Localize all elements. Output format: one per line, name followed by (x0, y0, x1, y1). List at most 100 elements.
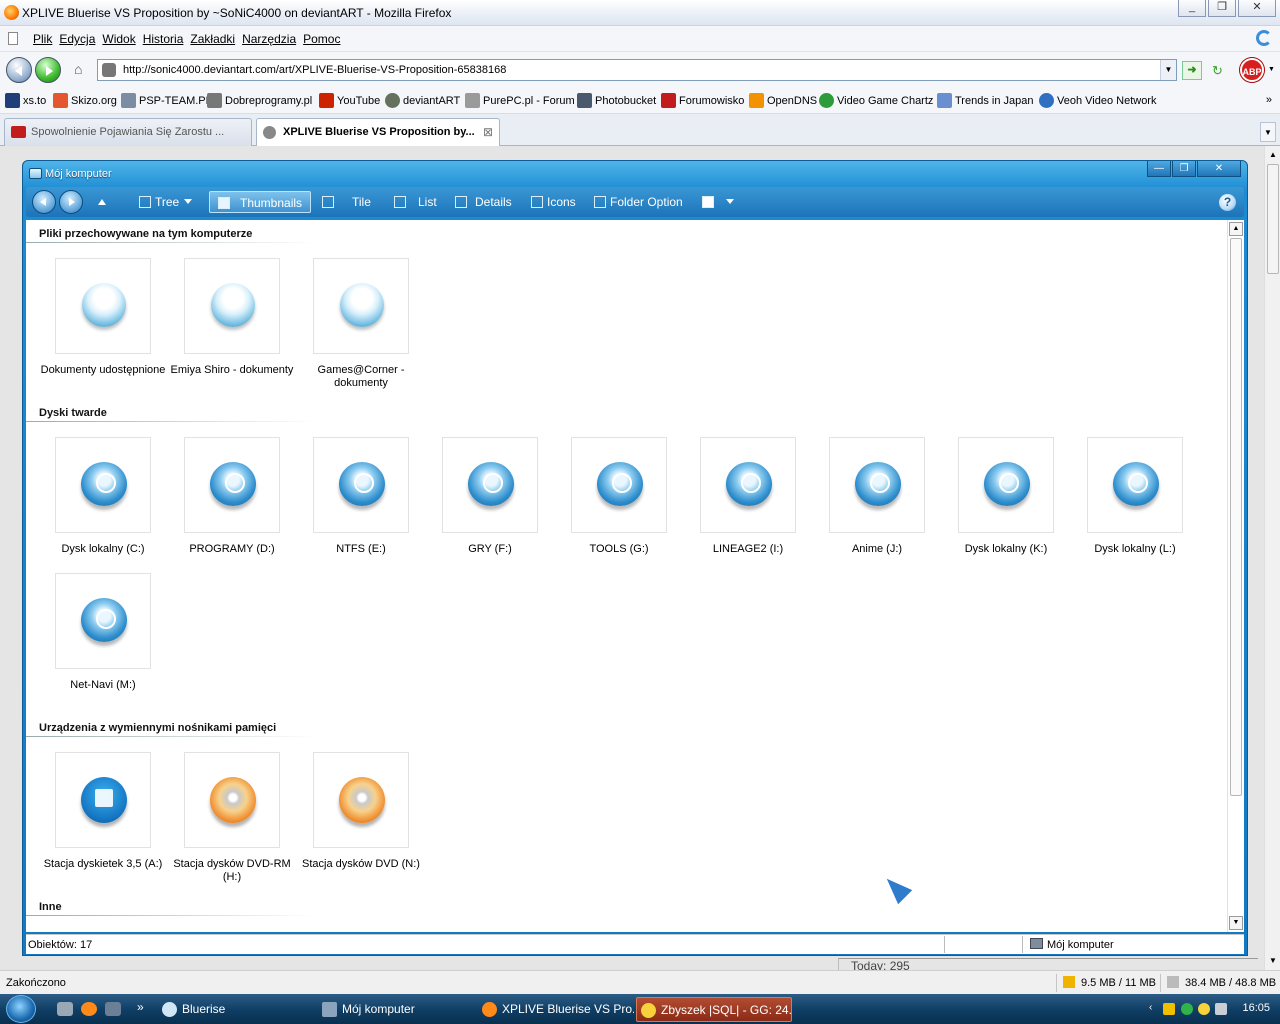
scrollbar-thumb[interactable] (1267, 164, 1279, 274)
drive-item[interactable]: Stacja dyskietek 3,5 (A:) (38, 752, 168, 871)
gadu-gadu-icon (641, 1003, 656, 1018)
explorer-back-button[interactable] (32, 190, 56, 214)
menu-widok[interactable]: Widok (102, 32, 135, 46)
bookmark-deviantart[interactable]: deviantART (385, 93, 460, 108)
minimize-button[interactable]: _ (1178, 0, 1206, 17)
drive-item[interactable]: LINEAGE2 (I:) (683, 437, 813, 556)
menu-zakladki[interactable]: Zakładki (190, 32, 235, 46)
adblock-plus-button[interactable]: ABP (1240, 58, 1264, 82)
folder-item[interactable]: Emiya Shiro - dokumenty (167, 258, 297, 377)
menu-edycja[interactable]: Edycja (59, 32, 95, 46)
bookmark-youtube[interactable]: YouTube (319, 93, 380, 108)
view-menu-button[interactable] (702, 191, 734, 213)
close-button[interactable]: ✕ (1238, 0, 1276, 17)
explorer-scrollbar[interactable]: ▲ ▼ (1227, 220, 1244, 932)
bookmark-purepc[interactable]: PurePC.pl - Forum (465, 93, 575, 108)
bookmarks-overflow-button[interactable]: » (1266, 94, 1272, 106)
bookmark-dobreprogramy[interactable]: Dobreprogramy.pl (207, 93, 312, 108)
bookmark-veoh[interactable]: Veoh Video Network (1039, 93, 1156, 108)
page-scrollbar[interactable]: ▲ ▼ (1264, 146, 1280, 970)
tree-button[interactable]: Tree (139, 191, 193, 213)
tab-close-icon[interactable]: ⊠ (483, 125, 493, 139)
skizo-icon (53, 93, 68, 108)
forward-button[interactable] (35, 57, 61, 83)
url-text[interactable]: http://sonic4000.deviantart.com/art/XPLI… (123, 64, 506, 76)
icons-button[interactable]: Icons (531, 191, 576, 213)
computer-icon (1030, 938, 1043, 949)
show-desktop-icon[interactable] (57, 1002, 73, 1016)
drive-item[interactable]: Stacja dysków DVD-RM (H:) (167, 752, 297, 884)
explorer-minimize-button[interactable]: — (1147, 161, 1171, 177)
bookmark-psp-team[interactable]: PSP-TEAM.PL (121, 93, 212, 108)
tray-network-icon[interactable] (1181, 1003, 1193, 1015)
scrollbar-thumb[interactable] (1230, 238, 1242, 796)
maximize-button[interactable]: ❐ (1208, 0, 1236, 17)
drive-item[interactable]: Stacja dysków DVD (N:) (296, 752, 426, 871)
folder-option-button[interactable]: Folder Option (594, 191, 683, 213)
folder-orb-icon (82, 283, 126, 327)
computer-icon[interactable] (105, 1002, 121, 1016)
tray-pencil-icon[interactable] (1163, 1003, 1175, 1015)
drive-item[interactable]: Dysk lokalny (K:) (941, 437, 1071, 556)
tab-list-button[interactable]: ▼ (1260, 122, 1276, 142)
start-button[interactable] (6, 995, 36, 1023)
menu-historia[interactable]: Historia (143, 32, 184, 46)
back-button[interactable] (6, 57, 32, 83)
browser-title-bar: XPLIVE Bluerise VS Proposition by ~SoNiC… (0, 0, 1280, 26)
clock[interactable]: 16:05 (1242, 1002, 1270, 1014)
scroll-down-icon[interactable]: ▼ (1266, 954, 1280, 968)
tile-button[interactable]: Tile (322, 191, 371, 213)
folder-item[interactable]: Dokumenty udostępnione (38, 258, 168, 377)
drive-item[interactable]: TOOLS (G:) (554, 437, 684, 556)
throbber-icon (1256, 30, 1272, 46)
drive-item[interactable]: NTFS (E:) (296, 437, 426, 556)
bookmark-photobucket[interactable]: Photobucket (577, 93, 656, 108)
drive-item[interactable]: Dysk lokalny (C:) (38, 437, 168, 556)
menu-plik[interactable]: Plik (33, 32, 52, 46)
bookmark-xs-to[interactable]: xs.to (5, 93, 46, 108)
task-moj-komputer[interactable]: Mój komputer (318, 997, 474, 1022)
adblock-dropdown-icon[interactable]: ▼ (1268, 66, 1275, 73)
bookmark-vgchartz[interactable]: Video Game Chartz (819, 93, 933, 108)
list-button[interactable]: List (394, 191, 437, 213)
scroll-up-icon[interactable]: ▲ (1266, 148, 1280, 162)
url-dropdown-button[interactable]: ▼ (1160, 60, 1176, 80)
status-text: Zakończono (6, 977, 66, 989)
address-bar[interactable]: http://sonic4000.deviantart.com/art/XPLI… (97, 59, 1177, 81)
tray-expand-icon[interactable]: ‹ (1149, 1002, 1161, 1014)
scroll-up-icon[interactable]: ▲ (1229, 222, 1243, 236)
bookmark-trends-in-japan[interactable]: Trends in Japan (937, 93, 1033, 108)
explorer-forward-button[interactable] (59, 190, 83, 214)
explorer-close-button[interactable]: ✕ (1197, 161, 1241, 177)
bookmark-opendns[interactable]: OpenDNS (749, 93, 817, 108)
menu-pomoc[interactable]: Pomoc (303, 32, 340, 46)
task-gadu-gadu[interactable]: Zbyszek |SQL| - GG: 24... (636, 997, 792, 1022)
help-icon[interactable]: ? (1219, 194, 1236, 211)
scroll-down-icon[interactable]: ▼ (1229, 916, 1243, 930)
up-arrow-icon[interactable] (98, 195, 106, 205)
thumbnails-button[interactable]: Thumbnails (209, 191, 312, 213)
tray-volume-icon[interactable] (1215, 1003, 1227, 1015)
go-button[interactable]: ➜ (1182, 61, 1202, 80)
drive-item[interactable]: Dysk lokalny (L:) (1070, 437, 1200, 556)
drive-item[interactable]: Net-Navi (M:) (38, 573, 168, 692)
tray-gadu-gadu-icon[interactable] (1198, 1003, 1210, 1015)
folder-item[interactable]: Games@Corner - dokumenty (296, 258, 426, 390)
drive-item[interactable]: GRY (F:) (425, 437, 555, 556)
details-button[interactable]: Details (455, 191, 512, 213)
menu-narzedzia[interactable]: Narzędzia (242, 32, 296, 46)
drive-item[interactable]: Anime (J:) (812, 437, 942, 556)
task-firefox[interactable]: XPLIVE Bluerise VS Pro... (478, 997, 634, 1022)
extension-icon[interactable]: ↻ (1212, 63, 1228, 79)
firefox-icon[interactable] (81, 1002, 97, 1016)
bookmark-forumowisko[interactable]: Forumowisko (661, 93, 744, 108)
tab-spowolnienie[interactable]: Spowolnienie Pojawiania Się Zarostu ... (4, 118, 252, 146)
drive-item[interactable]: PROGRAMY (D:) (167, 437, 297, 556)
tab-xplive[interactable]: XPLIVE Bluerise VS Proposition by... ⊠ (256, 118, 500, 147)
explorer-maximize-button[interactable]: ❐ (1172, 161, 1196, 177)
bookmark-skizo[interactable]: Skizo.org (53, 93, 117, 108)
task-bluerise[interactable]: Bluerise (158, 997, 314, 1022)
quick-launch-overflow-button[interactable]: » (137, 1000, 144, 1014)
tab-strip: Spowolnienie Pojawiania Się Zarostu ... … (0, 114, 1280, 147)
home-icon[interactable]: ⌂ (74, 62, 90, 76)
